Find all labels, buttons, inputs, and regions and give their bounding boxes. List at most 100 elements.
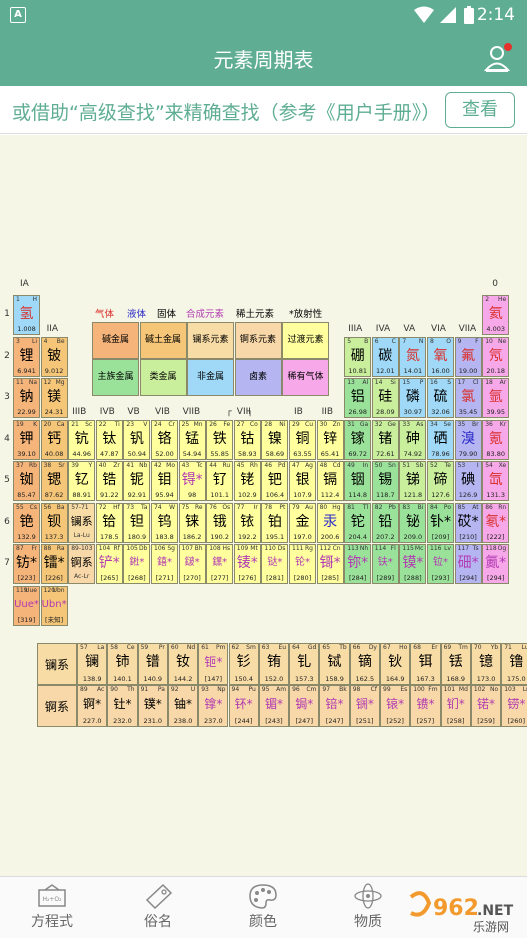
element-cell-tm[interactable]: 69 Tm 铥 168.9 [440,643,471,685]
element-cell-la[interactable]: 57 La 镧 138.9 [77,643,108,685]
element-cell-hg[interactable]: 80 Hg 汞 200.6 [316,502,344,543]
element-cell-cf[interactable]: 98 Cf 锎* [251] [349,685,380,727]
element-cell-fl[interactable]: 114 Fl 𫓧* [289] [371,544,399,584]
element-cell-tc[interactable]: 43 Tc 锝* 98 [178,461,206,501]
element-cell-mn[interactable]: 25 Mn 锰 54.94 [178,419,206,460]
element-cell-cn[interactable]: 112 Cn 鿔* [285] [316,544,344,584]
element-cell-lr[interactable]: 103 Lr 铹* [260] [501,685,527,727]
element-cell-cl[interactable]: 17 Cl 氯 35.45 [454,378,482,418]
element-cell-sm[interactable]: 62 Sm 钐 150.4 [228,643,259,685]
element-cell-ge[interactable]: 32 Ge 锗 72.61 [371,419,399,460]
element-cell-nb[interactable]: 41 Nb 铌 92.91 [123,461,151,501]
element-cell-f[interactable]: 9 F 氟 19.00 [454,336,482,377]
element-cell-cr[interactable]: 24 Cr 铬 52.00 [151,419,178,460]
tab-color[interactable]: 颜色 [223,883,303,931]
element-cell-ds[interactable]: 110 Ds 𫟼* [281] [261,544,289,584]
element-cell-ar[interactable]: 18 Ar 氩 39.95 [482,378,510,418]
element-cell-sc[interactable]: 21 Sc 钪 44.96 [68,419,96,460]
element-cell-zr[interactable]: 40 Zr 锆 91.22 [95,461,123,501]
element-cell-se[interactable]: 34 Se 硒 78.96 [427,419,454,460]
element-cell-li[interactable]: 3 Li 锂 6.941 [13,336,40,377]
element-cell-at[interactable]: 85 At 砹* [210] [454,502,482,543]
element-cell-tl[interactable]: 81 Tl 铊 204.4 [344,502,372,543]
element-cell-rh[interactable]: 45 Rh 铑 102.9 [233,461,261,501]
element-cell-zn[interactable]: 30 Zn 锌 65.41 [316,419,344,460]
element-cell-ts[interactable]: 117 Ts 鿬* [294] [454,544,482,584]
element-cell-mo[interactable]: 42 Mo 钼 95.94 [151,461,178,501]
element-cell-ca[interactable]: 20 Ca 钙 40.08 [40,419,68,460]
element-cell-cm[interactable]: 96 Cm 锔* [247] [289,685,320,727]
element-cell-na[interactable]: 11 Na 钠 22.99 [13,378,40,418]
element-cell-fm[interactable]: 100 Fm 镄* [257] [410,685,441,727]
element-cell-br[interactable]: 35 Br 溴 79.90 [454,419,482,460]
element-cell-cu[interactable]: 29 Cu 铜 63.55 [289,419,316,460]
element-cell-rf[interactable]: 104 Rf 铲* [265] [95,544,123,584]
element-cell-c[interactable]: 6 C 碳 12.01 [371,336,399,377]
element-cell-bh[interactable]: 107 Bh 𨨏* [270] [178,544,206,584]
element-cell-ta[interactable]: 73 Ta 钽 180.9 [123,502,151,543]
element-cell-v[interactable]: 23 V 钒 50.94 [123,419,151,460]
element-cell-y[interactable]: 39 Y 钇 88.91 [68,461,96,501]
user-account-icon[interactable] [483,42,513,74]
element-cell-ru[interactable]: 44 Ru 钌 101.1 [206,461,234,501]
element-cell-os[interactable]: 76 Os 锇 190.2 [206,502,234,543]
element-cell-o[interactable]: 8 O 氧 16.00 [427,336,454,377]
element-cell-cd[interactable]: 48 Cd 镉 112.4 [316,461,344,501]
element-cell-tb[interactable]: 65 Tb 铽 158.9 [319,643,350,685]
element-cell-rn[interactable]: 86 Rn 氡* [222] [482,502,510,543]
element-cell-h[interactable]: 1 H 氢 1.008 [13,295,40,335]
element-cell-er[interactable]: 68 Er 铒 167.3 [410,643,441,685]
element-cell-la-lu[interactable]: 57-71 La-Lu 镧系 [68,502,96,543]
element-cell-u[interactable]: 92 U 铀* 238.0 [167,685,199,727]
element-cell-ba[interactable]: 56 Ba 钡 137.3 [40,502,68,543]
element-cell-rb[interactable]: 37 Rb 铷 85.47 [13,461,40,501]
element-cell-sn[interactable]: 50 Sn 锡 118.7 [371,461,399,501]
element-cell-te[interactable]: 52 Te 碲 127.6 [427,461,454,501]
element-cell-pu[interactable]: 94 Pu 钚* [244] [228,685,259,727]
element-cell-kr[interactable]: 36 Kr 氪 83.80 [482,419,510,460]
element-cell-eu[interactable]: 63 Eu 铕 152.0 [258,643,290,685]
element-cell-md[interactable]: 101 Md 钔* [258] [440,685,471,727]
element-cell-ga[interactable]: 31 Ga 镓 69.72 [344,419,372,460]
element-cell-nh[interactable]: 113 Nh 鿭* [284] [344,544,372,584]
element-cell-hf[interactable]: 72 Hf 铪 178.5 [95,502,123,543]
element-cell-bk[interactable]: 97 Bk 锫* [247] [319,685,350,727]
element-cell-np[interactable]: 93 Np 镎* 237.0 [198,685,229,727]
element-cell-mt[interactable]: 109 Mt 鿏* [276] [233,544,261,584]
element-cell-ag[interactable]: 47 Ag 银 107.9 [289,461,316,501]
tab-substance[interactable]: 物质 [328,883,408,931]
element-cell-sr[interactable]: 38 Sr 锶 87.62 [40,461,68,501]
element-cell-po[interactable]: 84 Po 钋* [209] [427,502,454,543]
element-cell-ho[interactable]: 67 Ho 钬 164.9 [380,643,411,685]
element-cell-pm[interactable]: 61 Pm 钷* [147] [198,643,229,685]
element-cell-xe[interactable]: 54 Xe 氙 131.3 [482,461,510,501]
element-cell-fr[interactable]: 87 Fr 钫* [223] [13,544,40,584]
element-cell-in[interactable]: 49 In 铟 114.8 [344,461,372,501]
element-cell-hs[interactable]: 108 Hs 𨭆* [277] [206,544,234,584]
element-cell-pd[interactable]: 46 Pd 钯 106.4 [261,461,289,501]
element-cell-es[interactable]: 99 Es 锿* [252] [380,685,411,727]
element-cell-be[interactable]: 4 Be 铍 9.012 [40,336,68,377]
element-cell-as[interactable]: 33 As 砷 74.92 [399,419,427,460]
element-cell-bi[interactable]: 83 Bi 铋 209.0 [399,502,427,543]
element-cell-ti[interactable]: 22 Ti 钛 47.87 [95,419,123,460]
element-cell-ni[interactable]: 28 Ni 镍 58.69 [261,419,289,460]
element-cell-n[interactable]: 7 N 氮 14.01 [399,336,427,377]
element-cell-rg[interactable]: 111 Rg 𬬭* [280] [289,544,316,584]
element-cell-w[interactable]: 74 W 钨 183.8 [151,502,178,543]
element-cell-nd[interactable]: 60 Nd 钕 144.2 [167,643,199,685]
element-cell-re[interactable]: 75 Re 铼 186.2 [178,502,206,543]
element-cell-ac[interactable]: 89 Ac 锕* 227.0 [77,685,108,727]
element-cell-sg[interactable]: 106 Sg 𨭎* [271] [151,544,178,584]
element-cell-ubn[interactable]: 120 Ubn Ubn* [未知] [40,585,68,626]
element-cell-pt[interactable]: 78 Pt 铂 195.1 [261,502,289,543]
element-cell-mg[interactable]: 12 Mg 镁 24.31 [40,378,68,418]
element-cell-al[interactable]: 13 Al 铝 26.98 [344,378,372,418]
element-cell-pb[interactable]: 82 Pb 铅 207.2 [371,502,399,543]
element-cell-ne[interactable]: 10 Ne 氖 20.18 [482,336,510,377]
element-cell-au[interactable]: 79 Au 金 197.0 [289,502,316,543]
element-cell-gd[interactable]: 64 Gd 钆 157.3 [289,643,320,685]
element-cell-lu[interactable]: 71 Lu 镥 175.0 [501,643,527,685]
tab-equation[interactable]: H₂+O₂ 方程式 [12,883,92,931]
element-cell-ac-lr[interactable]: 89-103 Ac-Lr 锕系 [68,544,96,584]
